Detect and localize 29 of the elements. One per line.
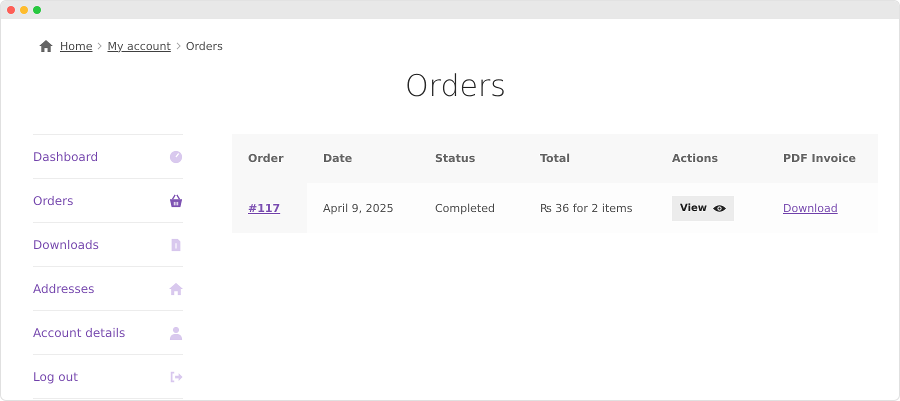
sidebar-item[interactable]: Addresses [33, 267, 183, 311]
column-header: Order [247, 151, 285, 167]
chevron-icon [176, 42, 181, 50]
sidebar-item[interactable]: Dashboard [33, 135, 183, 179]
table-cell-text: April 9, 2025 [322, 200, 395, 216]
download-link[interactable]: Download [783, 202, 838, 214]
home-icon [39, 40, 53, 52]
breadcrumb-link[interactable]: My account [107, 40, 171, 52]
column-header: Status [434, 151, 476, 167]
order-link[interactable]: #117 [248, 202, 280, 214]
sidebar-item[interactable]: Orders [33, 179, 183, 223]
close-window-dot[interactable] [7, 6, 15, 14]
maximize-window-dot[interactable] [33, 6, 41, 14]
eye-icon [713, 204, 726, 212]
table-cell-text: ₨ 36 for 2 items [539, 200, 634, 216]
sidebar-item[interactable]: Downloads [33, 223, 183, 267]
sidebar-item[interactable]: Account details [33, 311, 183, 355]
column-header: Total [539, 151, 572, 167]
view-button[interactable]: View [672, 196, 734, 220]
minimize-window-dot[interactable] [20, 6, 28, 14]
table-cell-text: Completed [434, 200, 496, 216]
column-header: Actions [671, 151, 719, 167]
column-header: PDF Invoice [782, 151, 857, 167]
breadcrumb-link[interactable]: Home [60, 40, 92, 52]
breadcrumb-current: Orders [186, 40, 223, 52]
chevron-icon [97, 42, 102, 50]
column-header: Date [322, 151, 354, 167]
sidebar-item[interactable]: Log out [33, 355, 183, 399]
page-title: Orders [404, 68, 507, 106]
